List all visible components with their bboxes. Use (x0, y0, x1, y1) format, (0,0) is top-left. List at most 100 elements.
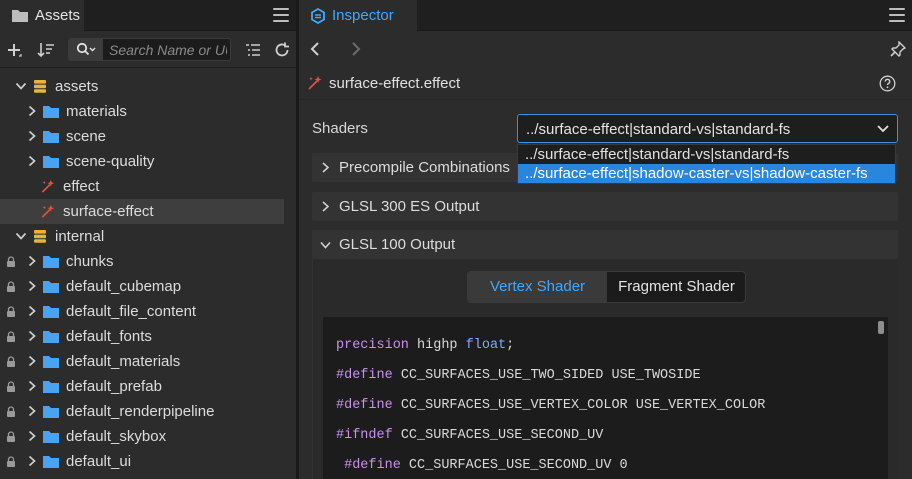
tree-item-label: chunks (66, 253, 114, 270)
search-type-button[interactable] (69, 39, 103, 60)
lock-icon (7, 356, 15, 367)
inspector-menu-icon[interactable] (889, 8, 905, 22)
shader-option[interactable]: ../surface-effect|standard-vs|standard-f… (518, 145, 895, 164)
lock-icon (7, 381, 15, 392)
tree-item-default_ui[interactable]: default_ui (0, 449, 284, 474)
help-icon[interactable] (879, 75, 896, 92)
effect-icon (308, 76, 322, 90)
folder-icon (12, 10, 28, 22)
folder-icon (43, 131, 59, 143)
tree-item-default_skybox[interactable]: default_skybox (0, 424, 284, 449)
folder-icon (43, 456, 59, 468)
lock-icon (7, 431, 15, 442)
tree-item-default_file_content[interactable]: default_file_content (0, 299, 284, 324)
chevron-right-icon[interactable] (26, 280, 38, 292)
assets-tabbar: Assets (0, 0, 296, 31)
tree-item-label: effect (63, 178, 100, 195)
assets-toolbar (0, 31, 296, 68)
shaders-row: Shaders ../surface-effect|standard-vs|st… (299, 113, 912, 144)
lock-icon (7, 306, 15, 317)
assets-panel: Assets Search Name or UUID assets materi… (0, 0, 296, 479)
tree-item-default_fonts[interactable]: default_fonts (0, 324, 284, 349)
forward-icon[interactable] (350, 42, 362, 56)
tree-item-default_renderpipeline[interactable]: default_renderpipeline (0, 399, 284, 424)
code-line: #define CC_SURFACES_USE_VERTEX_COLOR USE… (336, 398, 766, 413)
chevron-down-icon[interactable] (15, 230, 27, 242)
tree-item-label: materials (66, 103, 127, 120)
tab-assets[interactable]: Assets (0, 0, 84, 31)
section-glsl100-output[interactable]: GLSL 100 Output (312, 230, 898, 259)
chevron-right-icon[interactable] (26, 455, 38, 467)
tree-item-scene[interactable]: scene (0, 124, 284, 149)
chevron-right-icon[interactable] (26, 355, 38, 367)
tab-inspector[interactable]: Inspector (299, 0, 417, 31)
chevron-right-icon (322, 201, 330, 212)
chevron-right-icon[interactable] (26, 405, 38, 417)
section-glsl300-output[interactable]: GLSL 300 ES Output (312, 192, 898, 221)
chevron-down-icon (320, 241, 331, 249)
chevron-right-icon[interactable] (26, 130, 38, 142)
shader-dropdown-list: ../surface-effect|standard-vs|standard-f… (517, 144, 896, 184)
tree-item-label: scene-quality (66, 153, 155, 170)
back-icon[interactable] (309, 42, 321, 56)
pin-icon[interactable] (890, 41, 906, 57)
chevron-right-icon[interactable] (26, 255, 38, 267)
folder-icon (43, 306, 59, 318)
tab-vertex-shader[interactable]: Vertex Shader (468, 272, 607, 302)
code-line: #define CC_SURFACES_USE_TWO_SIDED USE_TW… (336, 368, 701, 383)
folder-icon (43, 331, 59, 343)
tree-item-label: default_renderpipeline (66, 403, 215, 420)
lock-icon (7, 281, 15, 292)
code-line: precision highp float; (336, 338, 515, 353)
tree-item-internal[interactable]: internal (0, 224, 284, 249)
chevron-down-icon[interactable] (15, 80, 27, 92)
folder-icon (43, 256, 59, 268)
folder-icon (43, 281, 59, 293)
chevron-right-icon[interactable] (26, 330, 38, 342)
sort-icon[interactable] (37, 41, 55, 59)
inspector-icon (311, 7, 325, 24)
tab-fragment-shader[interactable]: Fragment Shader (607, 272, 745, 302)
lock-icon (7, 406, 15, 417)
file-name: surface-effect.effect (329, 75, 461, 92)
tree-item-assets[interactable]: assets (0, 74, 284, 99)
tree-item-default_cubemap[interactable]: default_cubemap (0, 274, 284, 299)
chevron-right-icon[interactable] (26, 305, 38, 317)
shader-option-highlighted[interactable]: ../surface-effect|shadow-caster-vs|shado… (518, 164, 895, 183)
refresh-icon[interactable] (273, 41, 291, 59)
search-input[interactable] (109, 40, 227, 59)
shader-select-value: ../surface-effect|standard-vs|standard-f… (526, 121, 791, 138)
glsl100-body: Vertex Shader Fragment Shader precision … (312, 259, 898, 479)
shaders-label: Shaders (312, 120, 368, 137)
tree-item-surface-effect[interactable]: surface-effect (0, 199, 284, 224)
chevron-right-icon[interactable] (26, 380, 38, 392)
lock-icon (7, 331, 15, 342)
tree-item-materials[interactable]: materials (0, 99, 284, 124)
search-icon (76, 42, 96, 56)
code-scrollbar[interactable] (878, 321, 884, 334)
section-title: Precompile Combinations (339, 159, 510, 176)
tree-item-scene-quality[interactable]: scene-quality (0, 149, 284, 174)
asset-scrollbar[interactable] (285, 68, 296, 479)
add-icon[interactable] (6, 41, 24, 59)
assets-menu-icon[interactable] (273, 8, 289, 22)
effect-icon (41, 204, 55, 218)
chevron-right-icon[interactable] (26, 105, 38, 117)
shader-tab-group: Vertex Shader Fragment Shader (467, 271, 746, 303)
tree-item-effect[interactable]: effect (0, 174, 284, 199)
tree-item-label: assets (55, 78, 99, 95)
shader-select[interactable]: ../surface-effect|standard-vs|standard-f… (517, 114, 898, 143)
file-header: surface-effect.effect (299, 68, 912, 100)
chevron-right-icon[interactable] (26, 430, 38, 442)
folder-icon (43, 106, 59, 118)
tree-item-default_materials[interactable]: default_materials (0, 349, 284, 374)
chevron-down-icon (877, 125, 889, 133)
tree-item-label: default_fonts (66, 328, 152, 345)
tree-item-default_prefab[interactable]: default_prefab (0, 374, 284, 399)
collapse-all-icon[interactable] (244, 41, 262, 59)
tree-item-chunks[interactable]: chunks (0, 249, 284, 274)
folder-icon (43, 406, 59, 418)
database-icon (34, 80, 46, 93)
chevron-right-icon[interactable] (26, 155, 38, 167)
shader-code-view[interactable]: precision highp float; #define CC_SURFAC… (323, 317, 888, 479)
